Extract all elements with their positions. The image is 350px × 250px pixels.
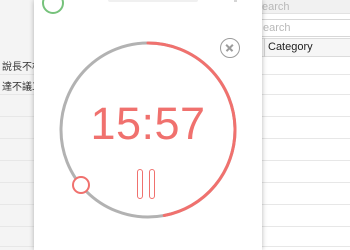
progress-handle[interactable] — [72, 176, 90, 194]
background-search-field-top[interactable]: earch — [258, 0, 350, 14]
time-display: 15:57 — [90, 98, 206, 149]
pause-icon[interactable] — [135, 169, 161, 199]
pause-bar-right — [149, 169, 155, 199]
category-column-header[interactable]: Category — [258, 38, 350, 57]
column-divider — [264, 38, 265, 57]
timer-popup: 15:57 — [34, 0, 262, 250]
pause-bar-left — [137, 169, 143, 199]
background-search-field[interactable]: earch — [258, 19, 350, 37]
